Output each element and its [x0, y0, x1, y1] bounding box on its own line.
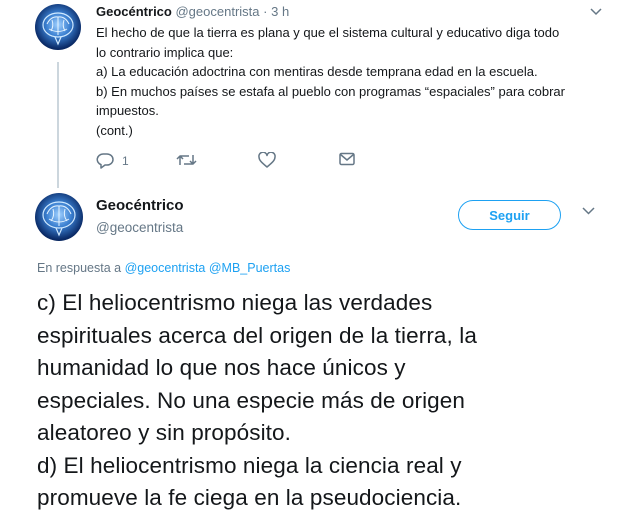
separator: ·	[263, 4, 268, 19]
tweet-text: El hecho de que la tierra es plana y que…	[96, 23, 616, 140]
heart-icon	[258, 152, 276, 168]
envelope-icon	[339, 152, 355, 166]
handle[interactable]: @geocentrista	[96, 219, 183, 236]
tweet-text-line: humanidad lo que nos hace únicos y	[37, 355, 406, 380]
thread-connector-line	[57, 62, 59, 188]
reply-button[interactable]: 1	[96, 152, 129, 169]
mention-link[interactable]: @MB_Puertas	[209, 261, 290, 275]
avatar[interactable]	[35, 4, 81, 50]
reply-context: En respuesta a @geocentrista @MB_Puertas	[37, 261, 290, 275]
tweet-text-line: d) El heliocentrismo niega la ciencia re…	[37, 452, 462, 478]
tweet-text-line: impuestos.	[96, 103, 159, 118]
tweet-text-line: promueve la fe ciega en la pseudociencia…	[37, 485, 462, 510]
tweet-text-line: especiales. No una especie más de origen	[37, 387, 466, 413]
tweet-text-line: El hecho de que la tierra es plana y que…	[96, 25, 560, 40]
display-name[interactable]: Geocéntrico	[96, 197, 184, 215]
handle[interactable]: @geocentrista	[175, 4, 259, 19]
tweet-text: c) El heliocentrismo niega las verdades …	[37, 287, 617, 515]
avatar[interactable]	[35, 193, 83, 241]
chevron-down-icon[interactable]	[590, 8, 602, 16]
reply-icon	[96, 153, 114, 169]
tweet-text-line: a) La educación adoctrina con mentiras d…	[96, 64, 538, 79]
mention-link[interactable]: @geocentrista	[125, 261, 206, 275]
tweet-text-line: (cont.)	[96, 122, 133, 138]
tweet-text-line: espirituales acerca del origen de la tie…	[37, 322, 477, 348]
chevron-down-icon[interactable]	[582, 207, 595, 215]
direct-message-button[interactable]	[339, 152, 355, 166]
retweet-button[interactable]	[176, 152, 203, 168]
tweet-text-line: aleatoreo y sin propósito.	[37, 420, 291, 445]
tweet-text-line: b) En muchos países se estafa al pueblo …	[96, 83, 565, 99]
like-button[interactable]	[258, 152, 282, 168]
reply-count: 1	[122, 153, 129, 168]
retweet-icon	[176, 155, 197, 165]
tweet-text-line: c) El heliocentrismo niega las verdades	[37, 290, 433, 315]
tweet-text-line: lo contrario implica que:	[96, 44, 234, 60]
display-name[interactable]: Geocéntrico	[96, 4, 172, 19]
follow-button[interactable]: Seguir	[458, 200, 561, 230]
timestamp[interactable]: 3 h	[271, 4, 289, 19]
reply-prefix: En respuesta a	[37, 261, 122, 275]
tweet-header: Geocéntrico @geocentrista · 3 h	[96, 4, 289, 20]
